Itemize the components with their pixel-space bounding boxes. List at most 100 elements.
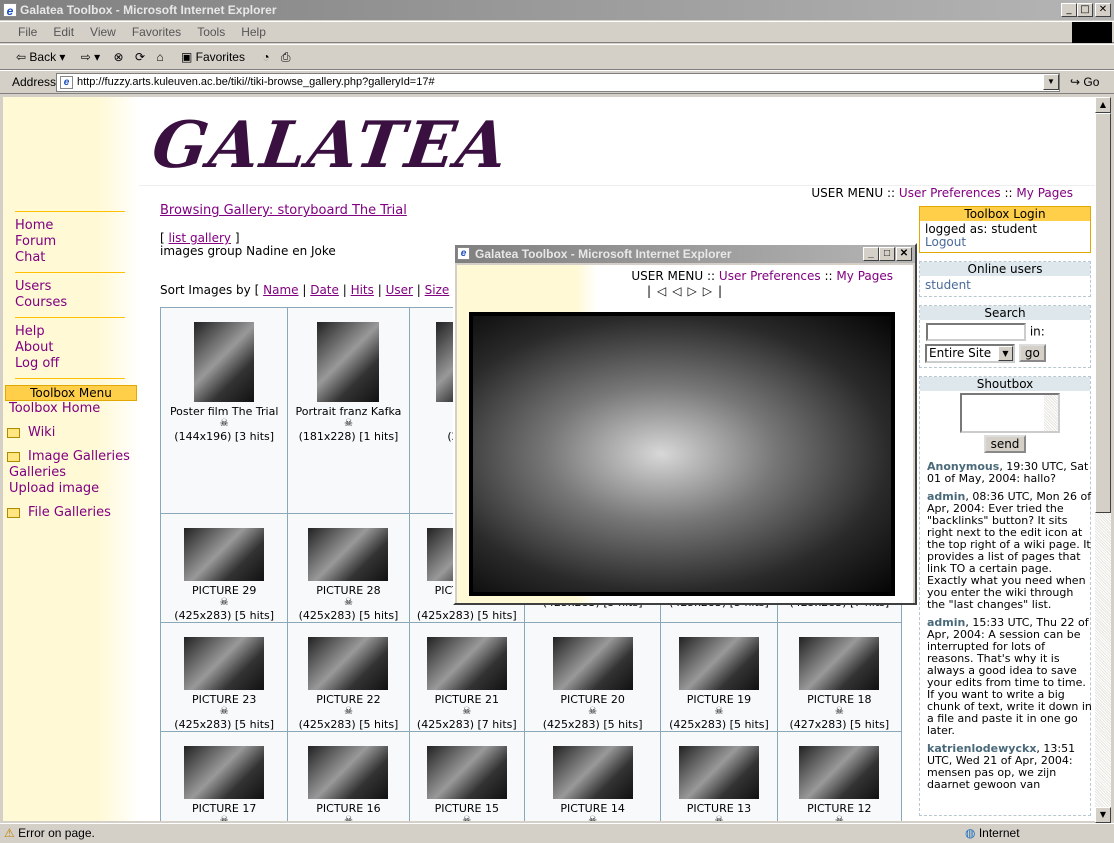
shout-textarea[interactable]: [960, 393, 1060, 433]
textarea-scrollbar[interactable]: [1044, 395, 1058, 431]
bug-icon[interactable]: ☠: [162, 706, 287, 718]
send-button[interactable]: send: [983, 435, 1027, 453]
sort-user[interactable]: User: [386, 283, 413, 297]
thumbnail-image[interactable]: [799, 637, 880, 690]
thumbnail-image[interactable]: [308, 746, 389, 799]
toolbox-home-link[interactable]: Toolbox Home: [3, 401, 139, 417]
bug-icon[interactable]: ☠: [410, 815, 523, 821]
stop-icon[interactable]: ⊗: [114, 50, 124, 64]
bug-icon[interactable]: ☠: [289, 815, 408, 821]
user-preferences-link[interactable]: User Preferences: [719, 269, 821, 283]
online-user-link[interactable]: student: [925, 278, 971, 292]
bug-icon[interactable]: ☠: [289, 418, 408, 430]
scroll-up-button[interactable]: ▲: [1095, 97, 1111, 113]
thumbnail-image[interactable]: [317, 322, 380, 402]
menu-favorites[interactable]: Favorites: [132, 25, 181, 39]
scroll-thumb[interactable]: [1095, 113, 1111, 513]
page-title[interactable]: Browsing Gallery: storyboard The Trial: [160, 203, 407, 218]
bug-icon[interactable]: ☠: [525, 815, 659, 821]
thumbnail-image[interactable]: [184, 528, 265, 581]
thumbnail-image[interactable]: [552, 637, 633, 690]
last-image-icon[interactable]: ▷|: [703, 284, 728, 298]
page-scrollbar[interactable]: ▲ ▼: [1095, 97, 1111, 823]
bug-icon[interactable]: ☠: [289, 706, 408, 718]
file-galleries-link[interactable]: File Galleries: [28, 505, 111, 520]
thumbnail-image[interactable]: [678, 637, 759, 690]
user-preferences-link[interactable]: User Preferences: [899, 186, 1001, 200]
menu-help[interactable]: Help: [241, 25, 266, 39]
logout-link[interactable]: Logout: [925, 235, 966, 249]
image-title: PICTURE 14: [560, 802, 625, 815]
upload-image-link[interactable]: Upload image: [3, 481, 139, 497]
nav-courses[interactable]: Courses: [3, 295, 139, 311]
close-button[interactable]: ✕: [1095, 3, 1111, 17]
favorites-button[interactable]: ▣ Favorites: [181, 50, 245, 64]
maximize-button[interactable]: □: [1077, 3, 1093, 17]
bug-icon[interactable]: ☠: [162, 597, 287, 609]
image-galleries-link[interactable]: Image Galleries: [28, 449, 130, 464]
galleries-link[interactable]: Galleries: [3, 465, 139, 481]
print-icon[interactable]: ⎙: [281, 50, 291, 64]
bug-icon[interactable]: ☠: [662, 815, 776, 821]
search-input[interactable]: [926, 323, 1026, 341]
status-text[interactable]: Error on page.: [18, 826, 95, 840]
popup-close-button[interactable]: ✕: [896, 247, 912, 261]
next-image-icon[interactable]: ▷: [688, 284, 703, 298]
nav-users[interactable]: Users: [3, 279, 139, 295]
search-scope-select[interactable]: Entire Site ▼: [925, 344, 1015, 363]
thumbnail-image[interactable]: [308, 528, 389, 581]
list-gallery-link[interactable]: list gallery: [169, 231, 232, 245]
bug-icon[interactable]: ☠: [162, 418, 287, 430]
thumbnail-image[interactable]: [552, 746, 633, 799]
search-go-button[interactable]: go: [1018, 344, 1046, 362]
thumbnail-image[interactable]: [426, 746, 507, 799]
sort-name[interactable]: Name: [263, 283, 298, 297]
menu-file[interactable]: File: [18, 25, 37, 39]
menu-view[interactable]: View: [90, 25, 116, 39]
address-dropdown-button[interactable]: ▼: [1043, 74, 1059, 90]
thumbnail-image[interactable]: [426, 637, 507, 690]
wiki-link[interactable]: Wiki: [28, 425, 55, 440]
nav-about[interactable]: About: [3, 340, 139, 356]
address-input[interactable]: e http://fuzzy.arts.kuleuven.ac.be/tiki/…: [56, 73, 1060, 92]
first-image-icon[interactable]: |◁: [647, 284, 672, 298]
nav-log-off[interactable]: Log off: [3, 356, 139, 372]
nav-chat[interactable]: Chat: [3, 250, 139, 266]
scroll-down-button[interactable]: ▼: [1095, 807, 1111, 823]
nav-help[interactable]: Help: [3, 324, 139, 340]
back-button[interactable]: ⇦ Back ▾: [16, 50, 65, 64]
nav-forum[interactable]: Forum: [3, 234, 139, 250]
thumbnail-image[interactable]: [184, 746, 265, 799]
sort-size[interactable]: Size: [425, 283, 450, 297]
thumbnail-image[interactable]: [799, 746, 880, 799]
bug-icon[interactable]: ☠: [289, 597, 408, 609]
sort-date[interactable]: Date: [310, 283, 339, 297]
image-info: (425x283) [5 hits]: [542, 718, 643, 731]
sort-hits[interactable]: Hits: [351, 283, 374, 297]
bug-icon[interactable]: ☠: [162, 815, 287, 821]
home-icon[interactable]: ⌂: [156, 50, 163, 64]
my-pages-link[interactable]: My Pages: [1016, 186, 1073, 200]
bug-icon[interactable]: ☠: [778, 815, 900, 821]
menu-edit[interactable]: Edit: [53, 25, 74, 39]
gallery-cell: Portrait franz Kafka ☠ (181x228) [1 hits]: [287, 307, 410, 514]
thumbnail-image[interactable]: [678, 746, 759, 799]
minimize-button[interactable]: _: [1061, 3, 1077, 17]
bug-icon[interactable]: ☠: [662, 706, 776, 718]
popup-minimize-button[interactable]: _: [863, 247, 879, 261]
bug-icon[interactable]: ☠: [410, 706, 523, 718]
my-pages-link[interactable]: My Pages: [836, 269, 893, 283]
nav-home[interactable]: Home: [3, 218, 139, 234]
forward-button[interactable]: ⇨ ▾: [81, 50, 100, 64]
bug-icon[interactable]: ☠: [525, 706, 659, 718]
thumbnail-image[interactable]: [194, 322, 255, 402]
prev-image-icon[interactable]: ◁: [672, 284, 687, 298]
bug-icon[interactable]: ☠: [778, 706, 900, 718]
refresh-icon[interactable]: ⟳: [135, 50, 145, 64]
thumbnail-image[interactable]: [184, 637, 265, 690]
menu-tools[interactable]: Tools: [197, 25, 225, 39]
thumbnail-image[interactable]: [308, 637, 389, 690]
history-icon[interactable]: ◔: [262, 50, 269, 64]
popup-maximize-button[interactable]: □: [879, 247, 895, 261]
go-button[interactable]: ↪ Go: [1070, 75, 1099, 89]
